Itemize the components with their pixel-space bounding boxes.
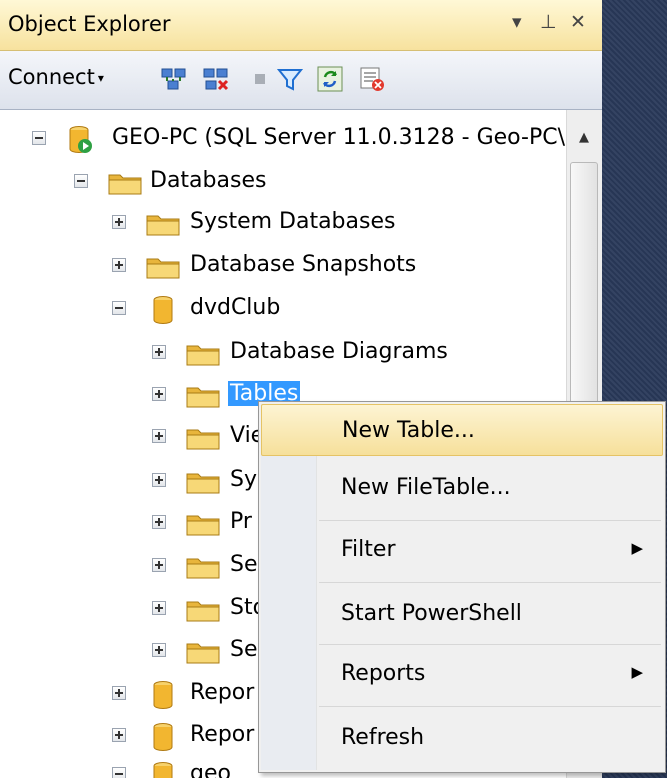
tree-node-label: GEO-PC (SQL Server 11.0.3128 - Geo-PC\ [112, 125, 566, 150]
refresh-icon[interactable] [316, 65, 344, 93]
database-icon [152, 680, 174, 710]
tree-node-database-diagrams[interactable]: Database Diagrams [0, 336, 566, 372]
folder-icon [186, 342, 220, 366]
menu-item-label: Reports [341, 661, 426, 686]
close-icon[interactable]: ✕ [570, 11, 586, 33]
menu-item-new-table[interactable]: New Table... [261, 404, 663, 456]
collapse-toggle[interactable] [112, 767, 126, 778]
folder-icon [186, 426, 220, 450]
tree-node-label: Database Diagrams [230, 339, 448, 364]
scroll-up-arrow-icon[interactable]: ▲ [570, 118, 598, 158]
title-bar[interactable]: Object Explorer ▾ ⊥ ✕ [0, 0, 602, 51]
folder-icon [186, 512, 220, 536]
menu-separator [319, 520, 661, 521]
expand-toggle[interactable] [152, 473, 166, 487]
menu-item-label: New Table... [342, 418, 475, 443]
menu-item-label: Start PowerShell [341, 601, 522, 626]
folder-icon [186, 384, 220, 408]
stop-icon[interactable] [246, 65, 274, 93]
tree-node-label: Se [230, 552, 258, 577]
menu-item-label: Refresh [341, 725, 425, 750]
tree-node-label: System Databases [190, 209, 396, 234]
menu-item-new-filetable[interactable]: New FileTable... [261, 462, 663, 514]
auto-hide-pin-icon[interactable]: ⊥ [540, 11, 557, 33]
submenu-arrow-icon: ▶ [631, 663, 643, 681]
window-position-dropdown-icon[interactable]: ▾ [512, 11, 522, 33]
tree-node-label: Se [230, 637, 258, 662]
menu-item-label: Filter [341, 537, 396, 562]
toolbar: Connect ▾ [0, 51, 602, 110]
expand-toggle[interactable] [112, 258, 126, 272]
disconnect-icon[interactable] [202, 65, 230, 93]
tree-node-system-databases[interactable]: System Databases [0, 206, 566, 242]
menu-item-reports[interactable]: Reports ▶ [261, 648, 663, 700]
tree-node-dvdclub[interactable]: dvdClub [0, 292, 566, 328]
panel-title: Object Explorer [8, 12, 171, 36]
tree-node-database-snapshots[interactable]: Database Snapshots [0, 249, 566, 285]
menu-item-label: New FileTable... [341, 475, 511, 500]
connect-label: Connect [8, 65, 95, 89]
collapse-toggle[interactable] [112, 301, 126, 315]
script-icon[interactable] [358, 65, 386, 93]
tree-node-label: Pr [230, 509, 252, 534]
database-icon [152, 295, 174, 325]
expand-toggle[interactable] [152, 558, 166, 572]
database-icon [152, 722, 174, 752]
menu-item-refresh[interactable]: Refresh [261, 712, 663, 764]
expand-toggle[interactable] [152, 429, 166, 443]
expand-toggle[interactable] [152, 643, 166, 657]
menu-item-filter[interactable]: Filter ▶ [261, 524, 663, 576]
connect-button[interactable]: Connect ▾ [8, 65, 104, 89]
expand-toggle[interactable] [112, 728, 126, 742]
folder-icon [108, 171, 142, 195]
connect-object-explorer-icon[interactable] [160, 65, 188, 93]
menu-separator [319, 706, 661, 707]
tree-node-label: geo [190, 761, 231, 778]
tree-node-label: Sy [230, 467, 257, 492]
context-menu: New Table... New FileTable... Filter ▶ S… [258, 401, 666, 773]
folder-icon [146, 212, 180, 236]
folder-icon [186, 640, 220, 664]
expand-toggle[interactable] [152, 345, 166, 359]
tree-node-databases[interactable]: Databases [0, 165, 566, 201]
menu-separator [319, 644, 661, 645]
expand-toggle[interactable] [152, 601, 166, 615]
folder-icon [186, 470, 220, 494]
submenu-arrow-icon: ▶ [631, 539, 643, 557]
chevron-down-icon: ▾ [97, 71, 104, 85]
tree-node-label: Repor [190, 722, 255, 747]
tree-node-label: Repor [190, 680, 255, 705]
tree-node-server[interactable]: GEO-PC (SQL Server 11.0.3128 - Geo-PC\ [0, 122, 566, 158]
collapse-toggle[interactable] [32, 131, 46, 145]
expand-toggle[interactable] [112, 215, 126, 229]
expand-toggle[interactable] [152, 387, 166, 401]
folder-icon [146, 255, 180, 279]
folder-icon [186, 555, 220, 579]
menu-separator [319, 582, 661, 583]
menu-item-start-powershell[interactable]: Start PowerShell [261, 588, 663, 640]
collapse-toggle[interactable] [74, 174, 88, 188]
tree-node-label: Database Snapshots [190, 252, 417, 277]
database-icon [152, 761, 174, 778]
server-running-icon [68, 125, 94, 155]
expand-toggle[interactable] [112, 686, 126, 700]
expand-toggle[interactable] [152, 515, 166, 529]
folder-icon [186, 598, 220, 622]
tree-node-label: Databases [150, 168, 267, 193]
tree-node-label: dvdClub [190, 295, 281, 320]
filter-icon[interactable] [276, 65, 304, 93]
